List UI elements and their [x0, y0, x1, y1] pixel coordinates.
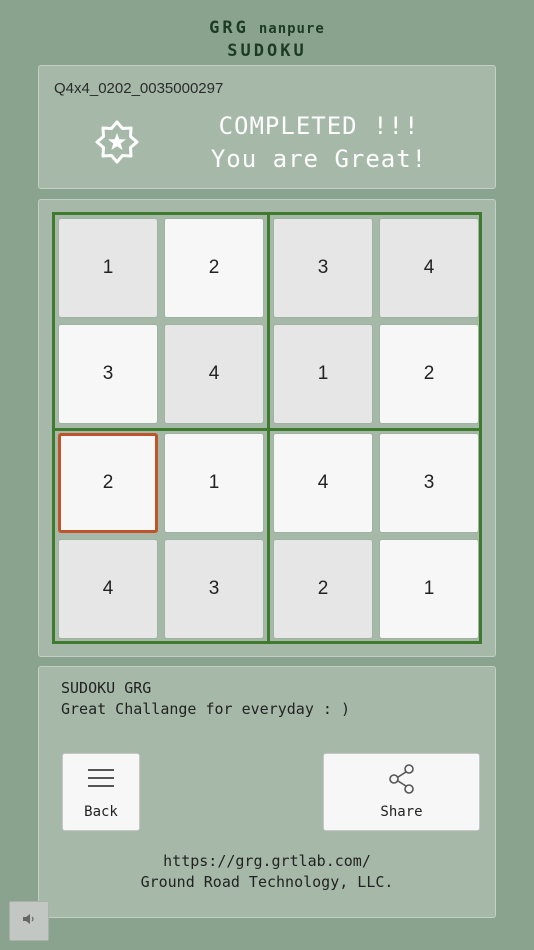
info-panel: SUDOKU GRG Great Challange for everyday … [38, 666, 496, 918]
logo-nanpure-text: nanpure [258, 21, 325, 37]
logo-grg-text: GRG [209, 18, 249, 38]
sudoku-cell-r2c1[interactable]: 3 [58, 324, 158, 424]
sudoku-cell-r1c1[interactable]: 1 [58, 218, 158, 318]
sudoku-cell-r4c1[interactable]: 4 [58, 539, 158, 639]
footer-url: https://grg.grtlab.com/ [163, 852, 371, 870]
sudoku-cell-r1c2[interactable]: 2 [164, 218, 264, 318]
logo-sudoku-text: SUDOKU [227, 41, 307, 61]
sudoku-cell-r2c4[interactable]: 2 [379, 324, 479, 424]
sudoku-cell-r2c3[interactable]: 1 [273, 324, 373, 424]
star-badge-icon [95, 120, 139, 164]
share-label: Share [380, 804, 423, 820]
praise-text: You are Great! [210, 145, 428, 173]
sudoku-cell-r1c3[interactable]: 3 [273, 218, 373, 318]
puzzle-id: Q4x4_0202_0035000297 [54, 80, 224, 97]
sudoku-cell-r3c3[interactable]: 4 [273, 433, 373, 533]
app-logo: GRG nanpure SUDOKU [0, 14, 534, 66]
sudoku-cell-r1c4[interactable]: 4 [379, 218, 479, 318]
info-title: SUDOKU GRG [61, 679, 152, 697]
board-panel: 1234341221434321 [38, 199, 496, 657]
share-icon [388, 764, 416, 799]
status-panel: Q4x4_0202_0035000297 COMPLETED !!! You a… [38, 65, 496, 189]
sound-toggle-button[interactable] [9, 901, 49, 941]
hamburger-menu-icon [88, 768, 114, 793]
sudoku-cell-r4c2[interactable]: 3 [164, 539, 264, 639]
sudoku-cell-r3c4[interactable]: 3 [379, 433, 479, 533]
speaker-icon [22, 912, 36, 930]
back-button[interactable]: Back [62, 753, 140, 831]
sudoku-cell-r4c4[interactable]: 1 [379, 539, 479, 639]
back-label: Back [84, 804, 118, 820]
sudoku-cell-r4c3[interactable]: 2 [273, 539, 373, 639]
sudoku-board: 1234341221434321 [52, 212, 482, 644]
sudoku-cell-r2c2[interactable]: 4 [164, 324, 264, 424]
completed-text: COMPLETED !!! [218, 112, 420, 140]
share-button[interactable]: Share [323, 753, 480, 831]
board-horizontal-divider [55, 428, 479, 431]
info-subtitle: Great Challange for everyday : ) [61, 700, 350, 718]
sudoku-cell-r3c2[interactable]: 1 [164, 433, 264, 533]
footer-company: Ground Road Technology, LLC. [140, 873, 394, 891]
sudoku-cell-r3c1[interactable]: 2 [58, 433, 158, 533]
